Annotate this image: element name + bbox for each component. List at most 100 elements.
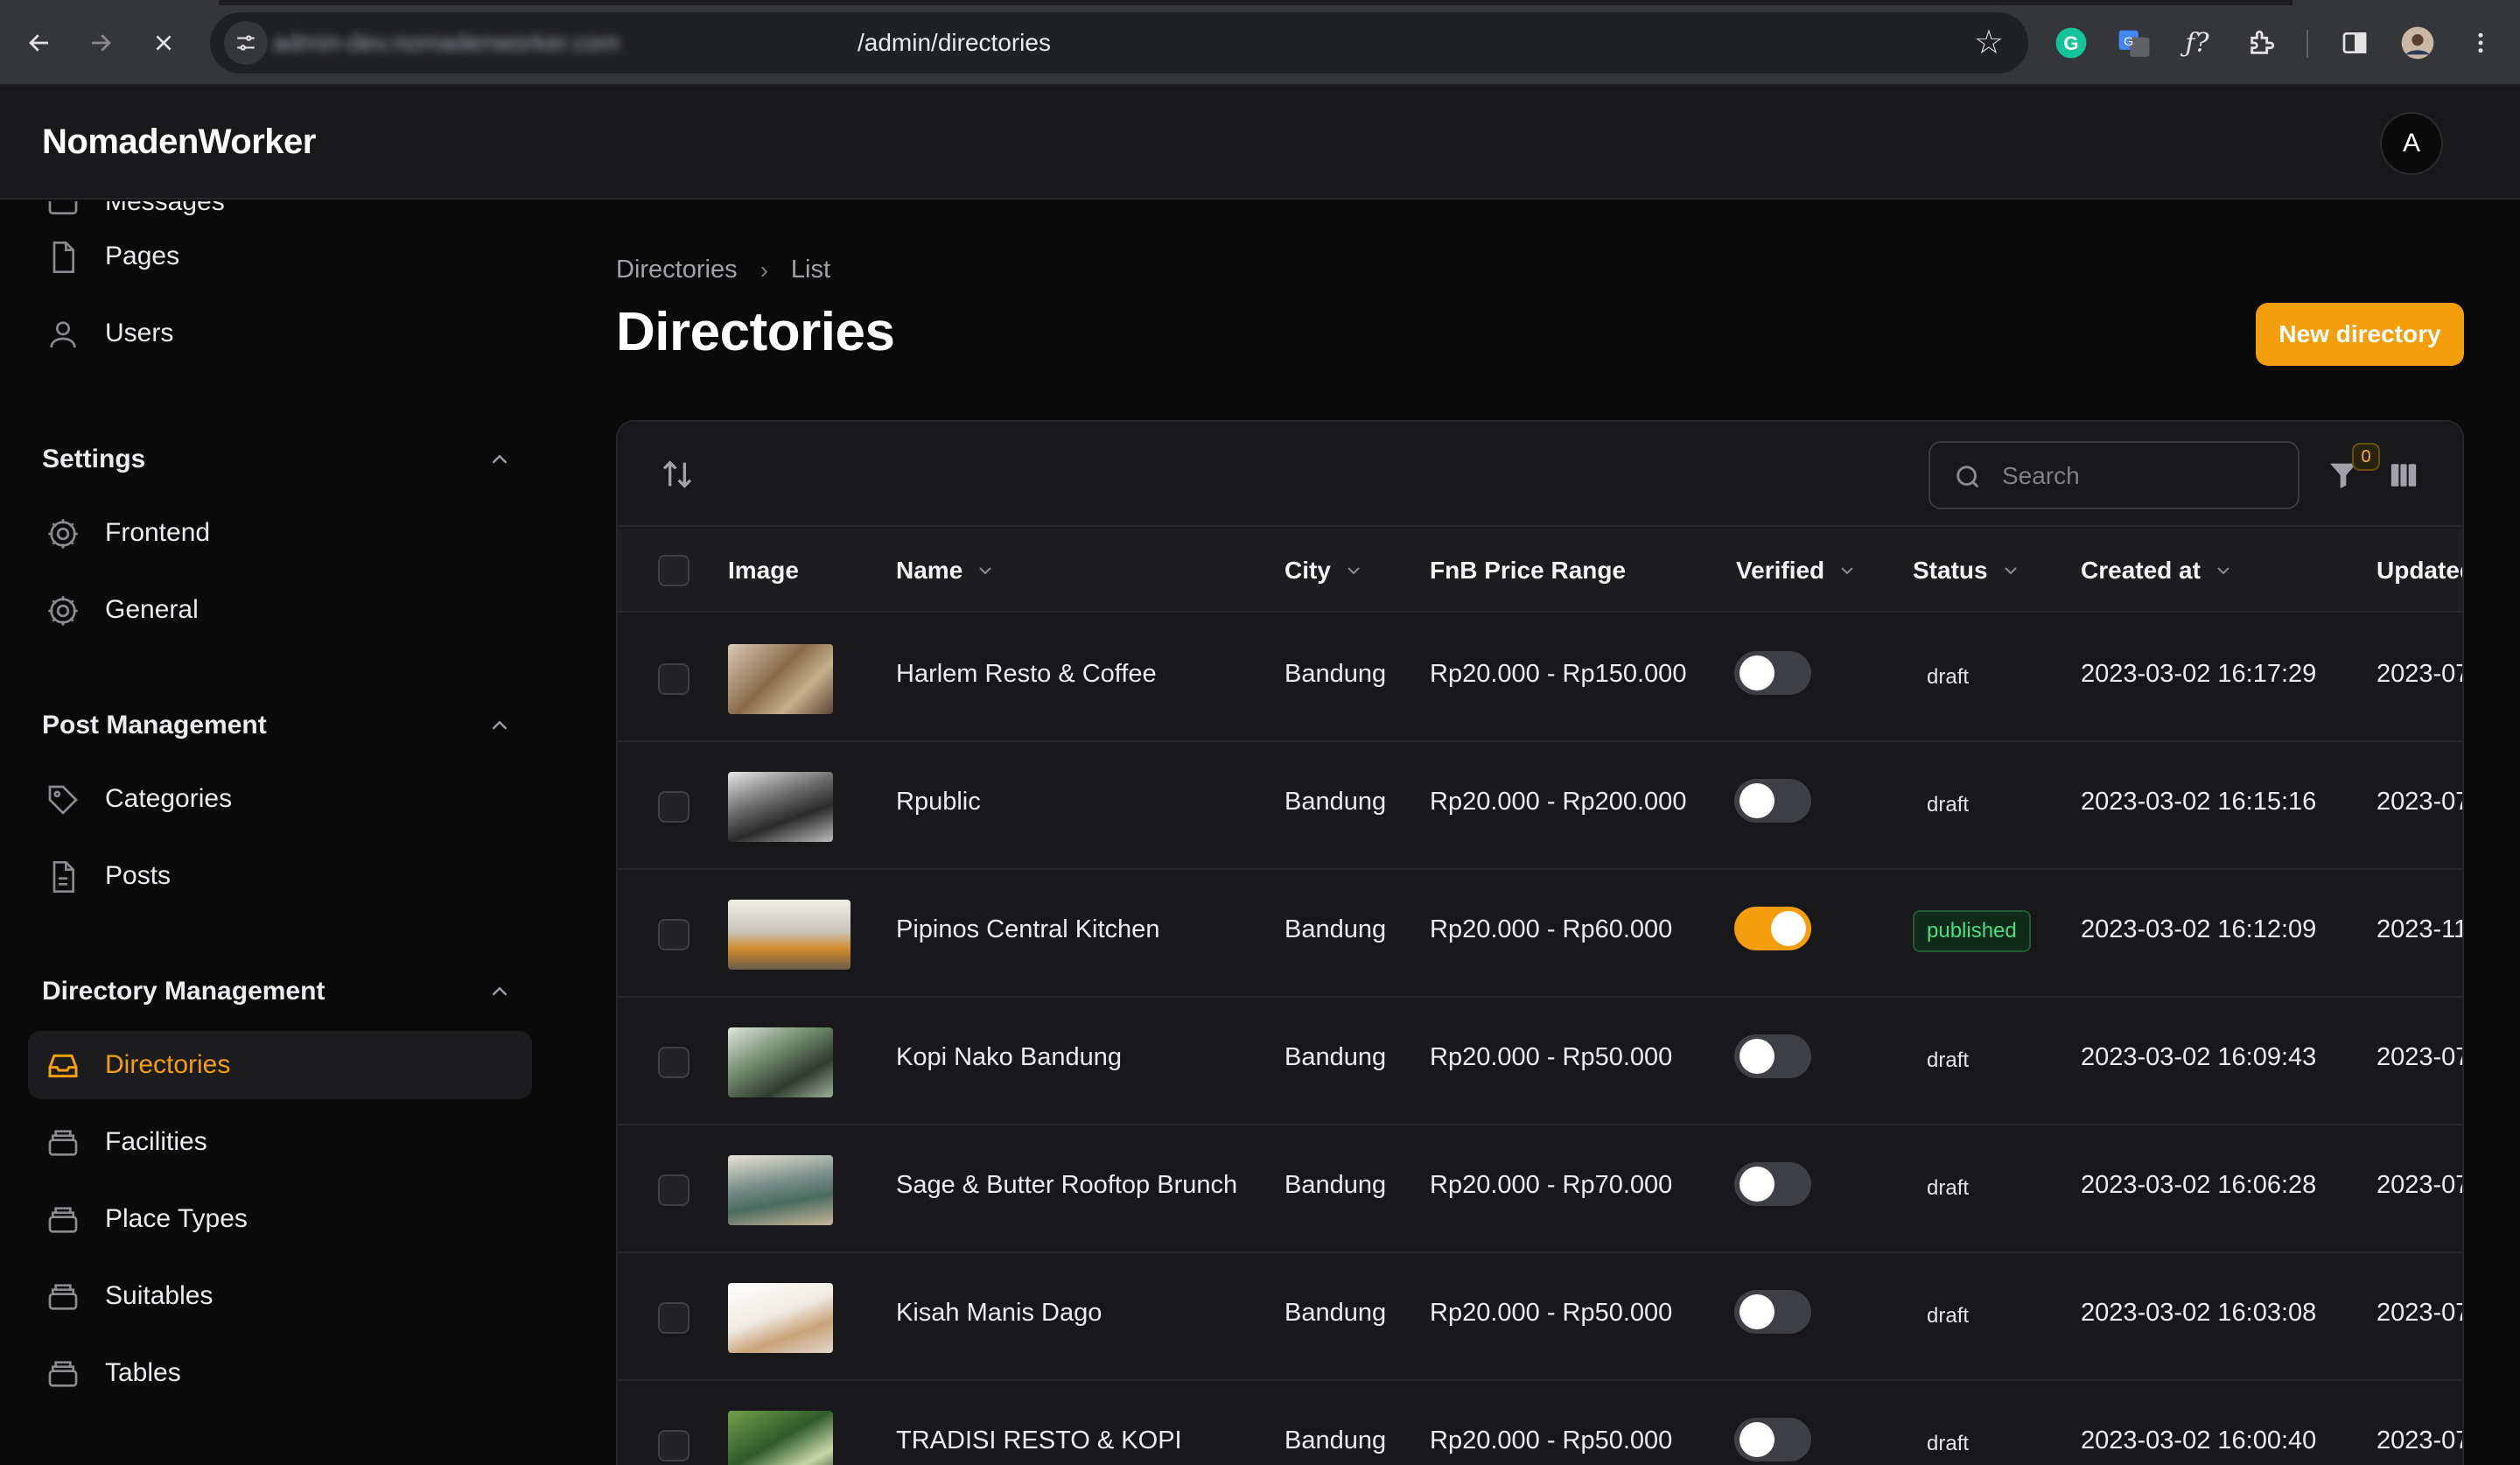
column-header-status[interactable]: Status bbox=[1913, 557, 2021, 585]
address-bar[interactable]: admin-dev.nomadenworker.com /admin/direc… bbox=[210, 12, 2028, 74]
cell-updated-at: 2023-07 bbox=[2376, 1299, 2464, 1327]
sort-arrows-icon[interactable] bbox=[660, 457, 695, 492]
table-row[interactable]: Harlem Resto & Coffee Bandung Rp20.000 - R… bbox=[618, 614, 2464, 742]
column-header-created-at[interactable]: Created at bbox=[2081, 557, 2234, 585]
table-row[interactable]: TRADISI RESTO & KOPI Bandung Rp20.000 - Rp… bbox=[618, 1381, 2464, 1465]
verified-toggle[interactable] bbox=[1734, 907, 1811, 950]
table-row[interactable]: Kisah Manis Dago Bandung Rp20.000 - Rp50.0… bbox=[618, 1253, 2464, 1381]
inbox-icon bbox=[48, 201, 78, 214]
row-thumbnail[interactable] bbox=[728, 644, 833, 714]
breadcrumb-directories-link[interactable]: Directories bbox=[616, 256, 738, 284]
row-checkbox[interactable] bbox=[658, 919, 690, 950]
column-header-updated-at[interactable]: Updated at bbox=[2376, 557, 2462, 585]
forward-button[interactable] bbox=[77, 19, 124, 67]
columns-icon[interactable] bbox=[2387, 460, 2420, 490]
sidebar-item-frontend[interactable]: Frontend bbox=[28, 499, 532, 567]
cell-updated-at: 2023-07 bbox=[2376, 1171, 2464, 1199]
status-badge: draft bbox=[1927, 1048, 1970, 1072]
row-checkbox[interactable] bbox=[658, 1174, 690, 1206]
verified-toggle[interactable] bbox=[1734, 651, 1811, 695]
column-header-fnb-price-range: FnB Price Range bbox=[1430, 557, 1627, 584]
cell-name[interactable]: Kisah Manis Dago bbox=[896, 1299, 1102, 1328]
sidebar-item-place-types[interactable]: Place Types bbox=[28, 1185, 532, 1253]
cell-name[interactable]: Sage & Butter Rooftop Brunch bbox=[896, 1171, 1237, 1200]
row-thumbnail[interactable] bbox=[728, 1027, 833, 1097]
table-row[interactable]: Rpublic Bandung Rp20.000 - Rp200.000 draft 2… bbox=[618, 742, 2462, 870]
table-row[interactable]: Sage & Butter Rooftop Brunch Bandung Rp20.… bbox=[618, 1125, 2464, 1253]
verified-toggle[interactable] bbox=[1734, 779, 1811, 823]
user-avatar[interactable]: A bbox=[2380, 112, 2443, 175]
page-icon bbox=[52, 242, 74, 273]
toggle-knob bbox=[1740, 783, 1774, 818]
row-checkbox[interactable] bbox=[658, 1047, 690, 1078]
bookmark-star-icon[interactable]: ☆ bbox=[1974, 23, 2004, 62]
row-thumbnail[interactable] bbox=[728, 1283, 833, 1353]
group-title-settings[interactable]: Settings bbox=[42, 445, 145, 474]
sidebar-item-suitables[interactable]: Suitables bbox=[28, 1262, 532, 1330]
cell-updated-at: 2023-07 bbox=[2376, 660, 2464, 688]
filter-count-badge: 0 bbox=[2352, 443, 2380, 471]
row-thumbnail[interactable] bbox=[728, 1155, 833, 1225]
column-header-name[interactable]: Name bbox=[896, 557, 996, 585]
row-checkbox[interactable] bbox=[658, 791, 690, 823]
back-button[interactable] bbox=[16, 19, 63, 67]
directories-table: Search 0 Image Name City FnB Price Range… bbox=[616, 420, 2464, 1465]
cell-updated-at: 2023-07 bbox=[2376, 1043, 2464, 1071]
table-row[interactable]: Pipinos Central Kitchen Bandung Rp20.000 -… bbox=[618, 870, 2462, 998]
new-directory-button[interactable]: New directory bbox=[2256, 303, 2464, 366]
chevron-up-icon[interactable] bbox=[486, 446, 513, 473]
brand-logo[interactable]: NomadenWorker bbox=[42, 123, 316, 162]
sidebar-item-pages[interactable]: Pages bbox=[28, 222, 532, 291]
row-thumbnail[interactable] bbox=[728, 900, 850, 970]
browser-menu-icon[interactable] bbox=[2459, 21, 2502, 65]
search-input[interactable]: Search bbox=[1928, 441, 2300, 509]
toggle-knob bbox=[1740, 655, 1774, 690]
search-icon bbox=[1956, 466, 1979, 488]
verified-toggle[interactable] bbox=[1734, 1290, 1811, 1334]
verified-toggle[interactable] bbox=[1734, 1034, 1811, 1078]
sidebar-item-facilities[interactable]: Facilities bbox=[28, 1108, 532, 1176]
sidebar-item-categories[interactable]: Categories bbox=[28, 765, 532, 833]
group-title-post-management[interactable]: Post Management bbox=[42, 711, 267, 740]
function-extension-icon[interactable]: ƒ? bbox=[2175, 21, 2219, 65]
select-all-checkbox[interactable] bbox=[658, 555, 690, 586]
cell-name[interactable]: Kopi Nako Bandung bbox=[896, 1043, 1122, 1072]
breadcrumb: Directories › List bbox=[616, 256, 830, 284]
chevron-up-icon[interactable] bbox=[486, 978, 513, 1005]
verified-toggle[interactable] bbox=[1734, 1418, 1811, 1461]
sidebar-item-label: Messages bbox=[105, 201, 225, 216]
status-badge: draft bbox=[1927, 793, 1970, 817]
verified-toggle[interactable] bbox=[1734, 1162, 1811, 1206]
column-header-verified[interactable]: Verified bbox=[1736, 557, 1858, 585]
cell-price-range: Rp20.000 - Rp60.000 bbox=[1430, 915, 1673, 943]
row-checkbox[interactable] bbox=[658, 1302, 690, 1334]
sidebar-item-tables[interactable]: Tables bbox=[28, 1339, 532, 1407]
cell-created-at: 2023-03-02 16:15:16 bbox=[2081, 788, 2317, 816]
row-thumbnail[interactable] bbox=[728, 1411, 833, 1465]
cell-name[interactable]: Harlem Resto & Coffee bbox=[896, 660, 1157, 689]
cell-name[interactable]: TRADISI RESTO & KOPI bbox=[896, 1426, 1182, 1455]
group-title-directory-management[interactable]: Directory Management bbox=[42, 977, 325, 1006]
grammarly-extension-icon[interactable]: G bbox=[2049, 21, 2093, 65]
sidebar-item-directories[interactable]: Directories bbox=[28, 1031, 532, 1099]
cell-name[interactable]: Rpublic bbox=[896, 788, 981, 817]
sidebar-item-general[interactable]: General bbox=[28, 576, 532, 644]
side-panel-icon[interactable] bbox=[2333, 21, 2376, 65]
table-row[interactable]: Kopi Nako Bandung Bandung Rp20.000 - Rp50.… bbox=[618, 998, 2464, 1125]
sidebar-item-users[interactable]: Users bbox=[28, 299, 532, 368]
table-header: Image Name City FnB Price Range Verified… bbox=[618, 529, 2462, 613]
column-header-city[interactable]: City bbox=[1284, 557, 1364, 585]
row-checkbox[interactable] bbox=[658, 1430, 690, 1461]
row-thumbnail[interactable] bbox=[728, 772, 833, 842]
profile-avatar-icon[interactable] bbox=[2396, 21, 2440, 65]
site-info-button[interactable] bbox=[224, 21, 268, 65]
sidebar-item-label: Directories bbox=[105, 1050, 231, 1079]
stop-loading-button[interactable] bbox=[140, 19, 187, 67]
row-checkbox[interactable] bbox=[658, 663, 690, 695]
translate-extension-icon[interactable]: G bbox=[2112, 21, 2156, 65]
puzzle-extensions-icon[interactable] bbox=[2240, 21, 2284, 65]
chevron-up-icon[interactable] bbox=[486, 712, 513, 739]
cell-updated-at: 2023-07 bbox=[2376, 1426, 2464, 1454]
sidebar-item-posts[interactable]: Posts bbox=[28, 842, 532, 910]
cell-name[interactable]: Pipinos Central Kitchen bbox=[896, 915, 1159, 944]
